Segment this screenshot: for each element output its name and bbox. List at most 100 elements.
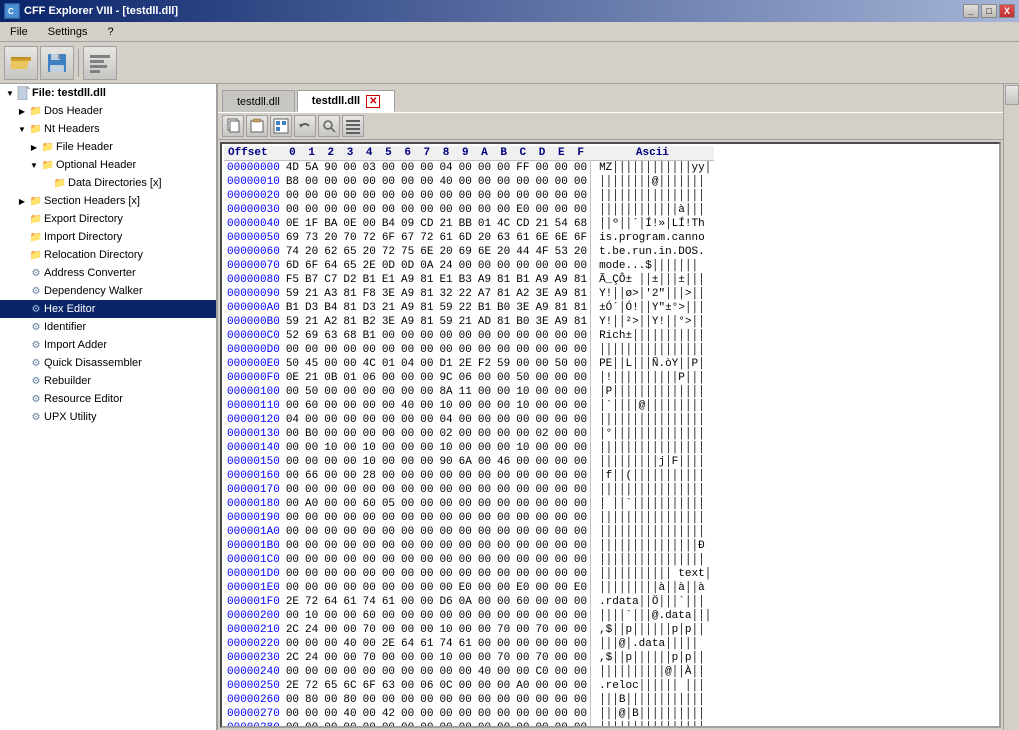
hex-byte[interactable]: 00 xyxy=(417,721,436,728)
hex-byte[interactable]: 81 xyxy=(417,287,436,301)
hex-byte[interactable]: 00 xyxy=(417,399,436,413)
hex-byte[interactable]: 00 xyxy=(494,441,513,455)
hex-byte[interactable]: 00 xyxy=(494,525,513,539)
hex-byte[interactable]: 00 xyxy=(552,427,571,441)
hex-byte[interactable]: F2 xyxy=(475,357,494,371)
hex-byte[interactable]: 00 xyxy=(456,525,475,539)
hex-byte[interactable]: 00 xyxy=(283,539,302,553)
hex-byte[interactable]: 00 xyxy=(475,679,494,693)
hex-byte[interactable]: 61 xyxy=(513,231,532,245)
hex-byte[interactable]: 00 xyxy=(360,399,379,413)
hex-byte[interactable]: E1 xyxy=(379,273,398,287)
hex-byte[interactable]: B3 xyxy=(456,273,475,287)
hex-byte[interactable]: 00 xyxy=(340,427,359,441)
hex-byte[interactable]: 61 xyxy=(340,595,359,609)
hex-byte[interactable]: 00 xyxy=(340,721,359,728)
tab-testdll-2[interactable]: testdll.dll ✕ xyxy=(297,90,396,112)
hex-byte[interactable]: 00 xyxy=(571,665,591,679)
hex-byte[interactable]: 00 xyxy=(456,259,475,273)
hex-byte[interactable]: A9 xyxy=(532,273,551,287)
hex-byte[interactable]: 10 xyxy=(436,623,455,637)
hex-byte[interactable]: 00 xyxy=(321,483,340,497)
hex-byte[interactable]: 00 xyxy=(494,707,513,721)
hex-byte[interactable]: F8 xyxy=(360,287,379,301)
hex-byte[interactable]: 00 xyxy=(571,539,591,553)
hex-byte[interactable]: 00 xyxy=(340,581,359,595)
hex-byte[interactable]: 00 xyxy=(475,441,494,455)
hex-byte[interactable]: 06 xyxy=(417,679,436,693)
hex-byte[interactable]: BA xyxy=(321,217,340,231)
hex-byte[interactable]: 00 xyxy=(475,525,494,539)
hex-byte[interactable]: 20 xyxy=(321,231,340,245)
hex-byte[interactable]: 00 xyxy=(340,413,359,427)
hex-byte[interactable]: 00 xyxy=(552,665,571,679)
hex-byte[interactable]: 70 xyxy=(360,651,379,665)
hex-byte[interactable]: D3 xyxy=(302,301,321,315)
hex-byte[interactable]: 6F xyxy=(360,679,379,693)
hex-byte[interactable]: 00 xyxy=(398,385,417,399)
hex-byte[interactable]: 00 xyxy=(456,721,475,728)
hex-byte[interactable]: 00 xyxy=(436,483,455,497)
hex-byte[interactable]: 0D xyxy=(379,259,398,273)
hex-byte[interactable]: 6F xyxy=(302,259,321,273)
hex-byte[interactable]: 00 xyxy=(340,441,359,455)
hex-byte[interactable]: 00 xyxy=(436,343,455,357)
close-button[interactable]: X xyxy=(999,4,1015,18)
hex-byte[interactable]: 00 xyxy=(552,539,571,553)
hex-byte[interactable]: 00 xyxy=(494,511,513,525)
hex-byte[interactable]: 00 xyxy=(494,539,513,553)
hex-byte[interactable]: 81 xyxy=(571,315,591,329)
hex-byte[interactable]: 00 xyxy=(532,539,551,553)
hex-byte[interactable]: 00 xyxy=(475,581,494,595)
hex-byte[interactable]: 00 xyxy=(340,385,359,399)
hex-byte[interactable]: 00 xyxy=(283,567,302,581)
hex-byte[interactable]: 00 xyxy=(360,427,379,441)
hex-byte[interactable]: 00 xyxy=(456,539,475,553)
hex-byte[interactable]: 00 xyxy=(321,651,340,665)
hex-byte[interactable]: 00 xyxy=(360,385,379,399)
sidebar-item-hex-editor[interactable]: ⚙ Hex Editor xyxy=(0,300,216,318)
hex-byte[interactable]: 00 xyxy=(552,497,571,511)
hex-byte[interactable]: 00 xyxy=(513,693,532,707)
hex-byte[interactable]: 81 xyxy=(494,273,513,287)
hex-byte[interactable]: 00 xyxy=(532,441,551,455)
hex-byte[interactable]: 00 xyxy=(475,413,494,427)
hex-byte[interactable]: 65 xyxy=(340,245,359,259)
hex-byte[interactable]: 00 xyxy=(532,161,551,176)
hex-byte[interactable]: B7 xyxy=(302,273,321,287)
hex-byte[interactable]: 28 xyxy=(360,469,379,483)
hex-byte[interactable]: 00 xyxy=(571,707,591,721)
hex-byte[interactable]: 3E xyxy=(513,301,532,315)
hex-byte[interactable]: 00 xyxy=(532,693,551,707)
hex-byte[interactable]: 00 xyxy=(571,693,591,707)
hex-byte[interactable]: 00 xyxy=(340,483,359,497)
sidebar-item-identifier[interactable]: ⚙ Identifier xyxy=(0,318,216,336)
hex-byte[interactable]: 10 xyxy=(360,441,379,455)
hex-byte[interactable]: 72 xyxy=(360,231,379,245)
hex-byte[interactable]: 2E xyxy=(379,637,398,651)
hex-byte[interactable]: 09 xyxy=(398,217,417,231)
hex-byte[interactable]: 00 xyxy=(360,203,379,217)
hex-byte[interactable]: 00 xyxy=(513,623,532,637)
hex-byte[interactable]: 00 xyxy=(302,189,321,203)
hex-byte[interactable]: 10 xyxy=(513,441,532,455)
hex-byte[interactable]: 00 xyxy=(283,553,302,567)
hex-byte[interactable]: 00 xyxy=(513,189,532,203)
hex-byte[interactable]: 00 xyxy=(398,665,417,679)
hex-byte[interactable]: 00 xyxy=(552,721,571,728)
hex-byte[interactable]: 00 xyxy=(398,623,417,637)
hex-byte[interactable]: 65 xyxy=(340,259,359,273)
hex-byte[interactable]: 3E xyxy=(532,287,551,301)
hex-byte[interactable]: 00 xyxy=(302,567,321,581)
hex-byte[interactable]: 00 xyxy=(379,623,398,637)
hex-byte[interactable]: 00 xyxy=(379,651,398,665)
hex-byte[interactable]: 00 xyxy=(552,637,571,651)
hex-byte[interactable]: 00 xyxy=(436,707,455,721)
hex-byte[interactable]: 00 xyxy=(417,707,436,721)
hex-byte[interactable]: 00 xyxy=(552,511,571,525)
hex-byte[interactable]: 00 xyxy=(321,581,340,595)
hex-byte[interactable]: 40 xyxy=(436,175,455,189)
hex-byte[interactable]: D2 xyxy=(340,273,359,287)
hex-byte[interactable]: 00 xyxy=(379,469,398,483)
hex-byte[interactable]: 00 xyxy=(398,511,417,525)
